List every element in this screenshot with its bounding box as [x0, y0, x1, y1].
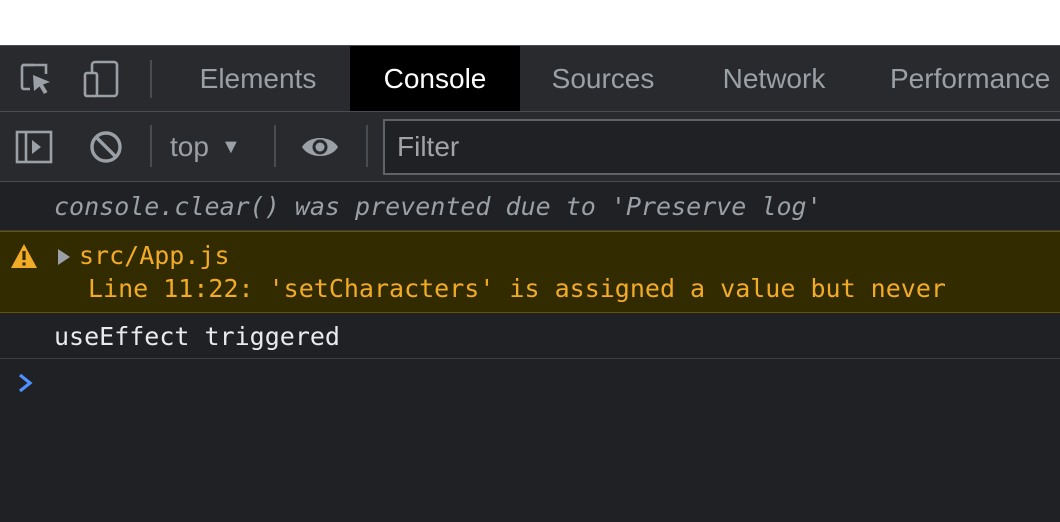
- devtools-panel: Elements Console Sources Network Perform…: [0, 45, 1060, 522]
- clear-console-icon[interactable]: [86, 127, 126, 167]
- tab-elements[interactable]: Elements: [170, 46, 346, 111]
- console-prompt-icon[interactable]: [14, 367, 38, 399]
- message-text: useEffect triggered: [54, 322, 340, 351]
- context-label: top: [170, 131, 209, 162]
- tab-network[interactable]: Network: [686, 46, 862, 111]
- devtools-tab-bar: Elements Console Sources Network Perform…: [0, 45, 1060, 112]
- warning-detail: Line 11:22: 'setCharacters' is assigned …: [88, 274, 946, 303]
- chevron-down-icon: ▼: [220, 135, 241, 158]
- tab-sources[interactable]: Sources: [520, 46, 686, 111]
- toolbar-divider: [274, 125, 276, 167]
- tab-console[interactable]: Console: [350, 46, 520, 111]
- toolbar-divider: [150, 125, 152, 167]
- message-text: console.clear() was prevented due to 'Pr…: [54, 192, 822, 221]
- live-expression-icon[interactable]: [300, 127, 340, 167]
- page-top-area: [0, 0, 1060, 45]
- console-toolbar: top ▼: [0, 112, 1060, 182]
- show-sidebar-icon[interactable]: [14, 127, 54, 167]
- tab-performance[interactable]: Performance: [862, 46, 1060, 111]
- warning-source-link[interactable]: src/App.js: [79, 241, 230, 270]
- warning-icon: [10, 243, 38, 275]
- device-toolbar-icon[interactable]: [82, 59, 122, 99]
- console-message-warning: src/App.js Line 11:22: 'setCharacters' i…: [0, 231, 1060, 313]
- filter-input[interactable]: [383, 119, 1060, 175]
- console-message-info: console.clear() was prevented due to 'Pr…: [0, 182, 1060, 231]
- expand-arrow-icon[interactable]: [58, 249, 70, 265]
- console-message-log: useEffect triggered: [0, 313, 1060, 359]
- inspect-element-icon[interactable]: [16, 59, 56, 99]
- toolbar-divider: [150, 60, 152, 98]
- execution-context-selector[interactable]: top ▼: [170, 126, 241, 168]
- toolbar-divider: [366, 125, 368, 167]
